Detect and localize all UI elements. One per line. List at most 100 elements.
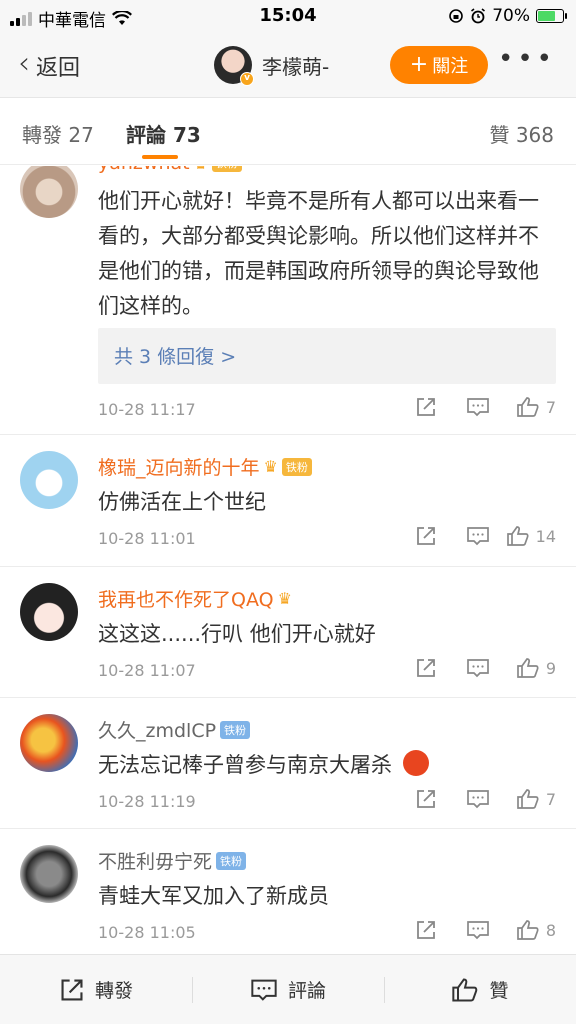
comment-item: 我再也不作死了QAQ ♛ 这这这......行叭 他们开心就好 10-28 11… [0, 567, 576, 698]
thumbs-up-icon [452, 978, 478, 1001]
fan-badge: 铁粉 [216, 851, 247, 870]
comment-actions: 14 [400, 525, 556, 547]
follow-label: 關注 [432, 56, 469, 77]
battery-icon [536, 9, 567, 23]
like-button[interactable]: 7 [504, 788, 556, 810]
comment-icon [467, 790, 489, 809]
like-button[interactable]: 7 [504, 396, 556, 418]
thumbs-up-icon [506, 526, 529, 546]
tab-repost[interactable]: 轉發 27 [22, 119, 94, 148]
follow-button[interactable]: + 關注 [390, 46, 488, 84]
username[interactable]: 久久_zmdlCP [98, 716, 216, 743]
share-icon [417, 398, 435, 416]
username[interactable]: 橡瑞_迈向新的十年 [98, 453, 260, 480]
comment-text: 他们开心就好！毕竟不是所有人都可以出来看一看的，大部分都受舆论影响。所以他们这样… [98, 189, 539, 318]
status-right: 70% [448, 6, 567, 26]
username-row: 久久_zmdlCP 铁粉 [98, 716, 251, 743]
avatar[interactable] [20, 583, 78, 641]
comment-time: 10-28 11:05 [98, 923, 196, 942]
comment-button[interactable]: 評論 [192, 955, 384, 1024]
username-row: 我再也不作死了QAQ ♛ [98, 585, 292, 612]
like-button[interactable]: 8 [504, 919, 556, 941]
username-row: 不胜利毋宁死 铁粉 [98, 847, 247, 874]
share-button[interactable] [400, 657, 452, 679]
comment-text: 这这这......行叭 他们开心就好 [98, 622, 376, 646]
crown-icon: ♛ [263, 457, 278, 476]
view-replies-link[interactable]: 共 3 條回復 > [98, 328, 556, 384]
comment-icon [467, 398, 489, 417]
reply-button[interactable] [452, 788, 504, 810]
comment-icon [467, 921, 489, 940]
like-count: 8 [545, 920, 556, 940]
thumbs-up-icon [516, 658, 539, 678]
share-icon [417, 790, 435, 808]
comment-actions: 8 [400, 919, 556, 941]
nav-user[interactable]: v 李檬萌- [214, 46, 329, 86]
thumbs-up-icon [516, 397, 539, 417]
username-row: yanzwhat ♛ 铁粉 [98, 166, 242, 174]
battery-percent: 70% [492, 6, 530, 26]
comment-item: 久久_zmdlCP 铁粉 无法忘记棒子曾参与南京大屠杀 10-28 11:19 … [0, 698, 576, 829]
fan-badge: 铁粉 [220, 720, 251, 739]
comment-icon [251, 979, 277, 1001]
comment-time: 10-28 11:01 [98, 529, 196, 548]
fan-badge: 铁粉 [281, 457, 312, 476]
share-button[interactable] [400, 919, 452, 941]
reply-button[interactable] [452, 919, 504, 941]
comment-text: 无法忘记棒子曾参与南京大屠杀 [98, 748, 558, 783]
username[interactable]: 我再也不作死了QAQ [98, 585, 274, 612]
tab-comments[interactable]: 評論 73 [126, 119, 201, 148]
comment-text-body: 无法忘记棒子曾参与南京大屠杀 [98, 753, 392, 777]
comment-item: yanzwhat ♛ 铁粉 他们开心就好！毕竟不是所有人都可以出来看一看的，大部… [0, 166, 576, 435]
like-count: 14 [535, 526, 556, 546]
avatar[interactable] [20, 714, 78, 772]
comment-time: 10-28 11:19 [98, 792, 196, 811]
back-label: 返回 [36, 56, 81, 81]
crown-icon: ♛ [194, 166, 208, 173]
username[interactable]: yanzwhat [98, 166, 190, 174]
share-icon [417, 921, 435, 939]
username-row: 橡瑞_迈向新的十年 ♛ 铁粉 [98, 453, 312, 480]
avatar[interactable]: v [214, 46, 254, 86]
comment-actions: 7 [400, 396, 556, 418]
share-button[interactable] [400, 396, 452, 418]
repost-button[interactable]: 轉發 [0, 955, 192, 1024]
like-label: 贊 [489, 980, 509, 1002]
like-button[interactable]: 9 [504, 657, 556, 679]
share-button[interactable] [400, 788, 452, 810]
tab-bar: 轉發 27 評論 73 贊 368 [0, 99, 576, 165]
fan-badge: 铁粉 [211, 166, 242, 172]
rotation-lock-icon [449, 9, 464, 23]
share-icon [61, 978, 83, 1001]
status-bar: 中華電信 15:04 70% [0, 0, 576, 34]
reply-button[interactable] [452, 657, 504, 679]
comment-item: 不胜利毋宁死 铁粉 青蛙大军又加入了新成员 10-28 11:05 8 [0, 829, 576, 954]
back-button[interactable]: ‹ 返回 [18, 49, 81, 82]
thumbs-up-icon [516, 920, 539, 940]
comment-actions: 9 [400, 657, 556, 679]
like-button[interactable]: 贊 [384, 955, 576, 1024]
tab-indicator [142, 155, 178, 159]
comment-label: 評論 [287, 980, 326, 1002]
comment-time: 10-28 11:07 [98, 661, 196, 680]
like-count: 9 [545, 658, 556, 678]
avatar[interactable] [20, 845, 78, 903]
verified-icon: v [240, 72, 254, 86]
tab-likes[interactable]: 贊 368 [489, 119, 554, 148]
like-count: 7 [545, 789, 556, 809]
comment-actions: 7 [400, 788, 556, 810]
reply-button[interactable] [452, 525, 504, 547]
alarm-icon [471, 8, 486, 24]
reply-button[interactable] [452, 396, 504, 418]
comment-text: 仿佛活在上个世纪 [98, 490, 266, 514]
thumbs-up-icon [516, 789, 539, 809]
share-button[interactable] [400, 525, 452, 547]
avatar[interactable] [20, 166, 78, 218]
plus-icon: + [409, 52, 429, 77]
more-options-icon[interactable]: ••• [498, 46, 556, 72]
avatar[interactable] [20, 451, 78, 509]
username[interactable]: 不胜利毋宁死 [98, 847, 212, 874]
like-button[interactable]: 14 [504, 525, 556, 547]
comment-list[interactable]: yanzwhat ♛ 铁粉 他们开心就好！毕竟不是所有人都可以出来看一看的，大部… [0, 166, 576, 954]
crown-icon: ♛ [277, 589, 292, 608]
